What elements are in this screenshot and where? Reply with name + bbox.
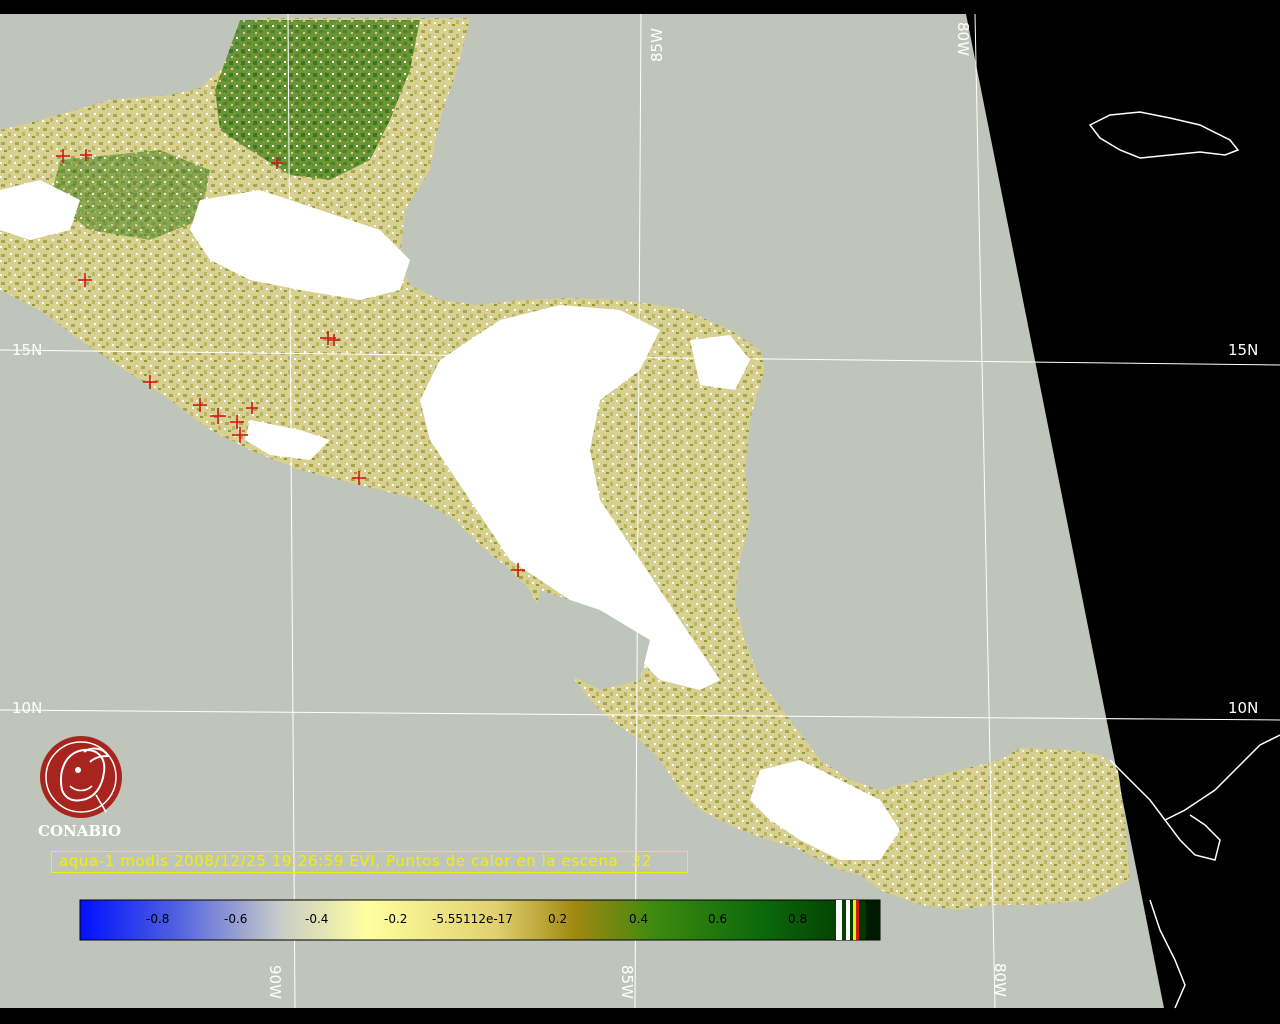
- scene-title-prefix: aqua-1 modis 2008/12/25 19:26:59 EVI, Pu…: [59, 852, 619, 870]
- evi-colorbar: -0.8 -0.6 -0.4 -0.2 -5.55112e-17 0.2 0.4…: [79, 899, 881, 941]
- colorbar-tick-label: -0.6: [224, 912, 247, 926]
- conabio-macaw-logo-icon: [40, 736, 122, 818]
- colorbar-tick-label: 0.6: [708, 912, 727, 926]
- colorbar-tick-label: -0.2: [384, 912, 407, 926]
- scene-title: aqua-1 modis 2008/12/25 19:26:59 EVI, Pu…: [59, 852, 652, 870]
- colorbar-tick-label: -0.4: [305, 912, 328, 926]
- conabio-logo-text: CONABIO: [38, 822, 122, 840]
- colorbar-tick-label: -5.55112e-17: [432, 912, 513, 926]
- lon-label-85w-top: 85W: [648, 28, 666, 62]
- hotspot-count: 22: [631, 852, 653, 870]
- lat-label-15n-right: 15N: [1228, 341, 1258, 359]
- lon-label-80w-top: 80W: [954, 22, 972, 56]
- colorbar-white-band: [836, 900, 842, 940]
- colorbar-black-band: [866, 900, 880, 940]
- colorbar-yellow-band: [853, 900, 856, 940]
- colorbar-tick-label: 0.2: [548, 912, 567, 926]
- lat-label-15n-left: 15N: [12, 341, 42, 359]
- colorbar-tick-label: -0.8: [146, 912, 169, 926]
- lon-label-90w-bottom: 90W: [266, 965, 284, 999]
- colorbar-tick-label: 0.4: [629, 912, 648, 926]
- lat-label-10n-right: 10N: [1228, 699, 1258, 717]
- colorbar-red-band: [856, 900, 859, 940]
- colorbar-tick-label: 0.8: [788, 912, 807, 926]
- lat-label-10n-left: 10N: [12, 699, 42, 717]
- colorbar-white-band: [846, 900, 850, 940]
- lon-label-85w-bottom: 85W: [618, 965, 636, 999]
- lon-label-80w-bottom: 80W: [991, 963, 1009, 997]
